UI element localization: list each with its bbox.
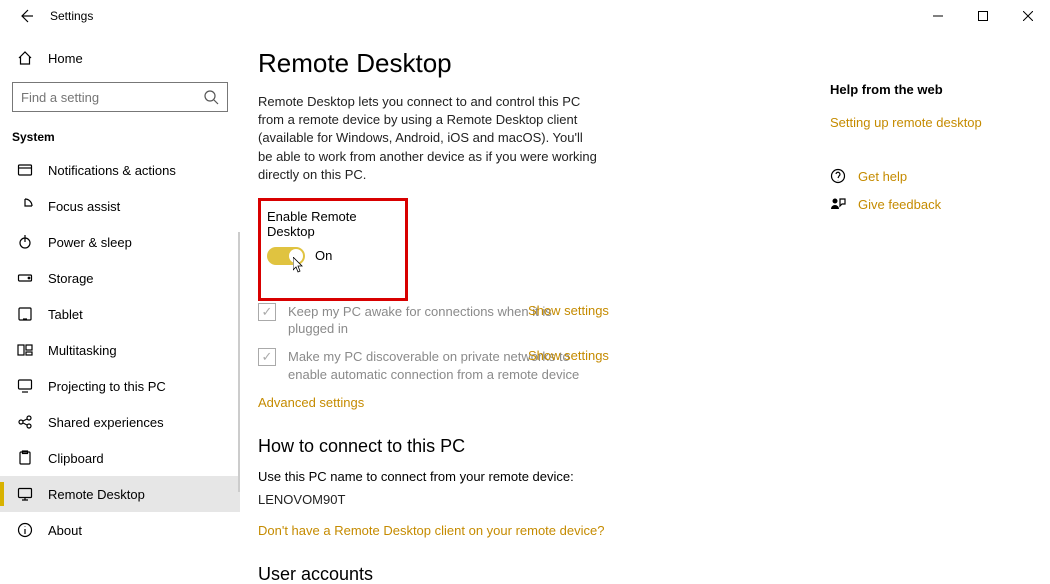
multitasking-icon	[16, 342, 34, 358]
sidebar-item-label: Projecting to this PC	[48, 379, 166, 394]
intro-text: Remote Desktop lets you connect to and c…	[258, 93, 598, 184]
advanced-settings-link[interactable]: Advanced settings	[258, 395, 364, 410]
sidebar-item-power-sleep[interactable]: Power & sleep	[0, 224, 240, 260]
power-icon	[16, 234, 34, 250]
cursor-icon	[293, 257, 305, 273]
sidebar-item-storage[interactable]: Storage	[0, 260, 240, 296]
sidebar-item-label: Storage	[48, 271, 94, 286]
about-icon	[16, 522, 34, 538]
how-to-connect-title: How to connect to this PC	[258, 436, 814, 457]
window-title: Settings	[50, 9, 93, 23]
clipboard-icon	[16, 450, 34, 466]
page-title: Remote Desktop	[258, 48, 814, 79]
get-help-icon	[830, 168, 846, 184]
sidebar-item-remote-desktop[interactable]: Remote Desktop	[0, 476, 240, 512]
close-button[interactable]	[1005, 0, 1050, 32]
sidebar-home[interactable]: Home	[0, 40, 240, 76]
sidebar-item-label: Focus assist	[48, 199, 120, 214]
remote-desktop-icon	[16, 486, 34, 502]
sidebar: Home System Notifications & actions Focu…	[0, 32, 240, 584]
sidebar-item-tablet[interactable]: Tablet	[0, 296, 240, 332]
user-accounts-title: User accounts	[258, 564, 814, 584]
scrollbar-indicator[interactable]	[238, 232, 240, 492]
show-settings-link-1[interactable]: Show settings	[528, 303, 609, 318]
storage-icon	[16, 270, 34, 286]
sidebar-item-label: Shared experiences	[48, 415, 164, 430]
sidebar-item-label: Tablet	[48, 307, 83, 322]
show-settings-link-2[interactable]: Show settings	[528, 348, 609, 363]
toggle-state: On	[315, 248, 332, 263]
sidebar-item-shared-experiences[interactable]: Shared experiences	[0, 404, 240, 440]
give-feedback-link[interactable]: Give feedback	[858, 197, 941, 212]
sidebar-item-label: Remote Desktop	[48, 487, 145, 502]
enable-label: Enable Remote Desktop	[267, 209, 395, 239]
help-pane: Help from the web Setting up remote desk…	[830, 32, 1030, 584]
discoverable-checkbox[interactable]: ✓	[258, 348, 276, 366]
search-icon	[202, 89, 220, 105]
sidebar-item-label: About	[48, 523, 82, 538]
sidebar-item-projecting[interactable]: Projecting to this PC	[0, 368, 240, 404]
how-to-connect-text: Use this PC name to connect from your re…	[258, 469, 814, 484]
sidebar-item-multitasking[interactable]: Multitasking	[0, 332, 240, 368]
tablet-icon	[16, 306, 34, 322]
feedback-icon	[830, 196, 846, 212]
focus-icon	[16, 198, 34, 214]
help-link-setup[interactable]: Setting up remote desktop	[830, 115, 1030, 130]
help-from-web-title: Help from the web	[830, 82, 1030, 97]
pc-name: LENOVOM90T	[258, 492, 814, 507]
sidebar-item-about[interactable]: About	[0, 512, 240, 548]
back-icon[interactable]	[16, 8, 36, 24]
sidebar-item-clipboard[interactable]: Clipboard	[0, 440, 240, 476]
sidebar-section-label: System	[0, 124, 240, 152]
sidebar-item-label: Clipboard	[48, 451, 104, 466]
sidebar-item-focus-assist[interactable]: Focus assist	[0, 188, 240, 224]
content-pane: Remote Desktop Remote Desktop lets you c…	[240, 32, 830, 584]
sidebar-item-label: Notifications & actions	[48, 163, 176, 178]
no-client-link[interactable]: Don't have a Remote Desktop client on yo…	[258, 523, 604, 538]
projecting-icon	[16, 378, 34, 394]
highlight-red-box: Enable Remote Desktop On	[258, 198, 408, 301]
sidebar-item-notifications[interactable]: Notifications & actions	[0, 152, 240, 188]
maximize-button[interactable]	[960, 0, 1005, 32]
home-icon	[16, 50, 34, 66]
sidebar-home-label: Home	[48, 51, 83, 66]
search-input[interactable]	[12, 82, 228, 112]
minimize-button[interactable]	[915, 0, 960, 32]
shared-icon	[16, 414, 34, 430]
sidebar-item-label: Power & sleep	[48, 235, 132, 250]
sidebar-item-label: Multitasking	[48, 343, 117, 358]
notifications-icon	[16, 162, 34, 178]
keep-awake-checkbox[interactable]: ✓	[258, 303, 276, 321]
get-help-link[interactable]: Get help	[858, 169, 907, 184]
